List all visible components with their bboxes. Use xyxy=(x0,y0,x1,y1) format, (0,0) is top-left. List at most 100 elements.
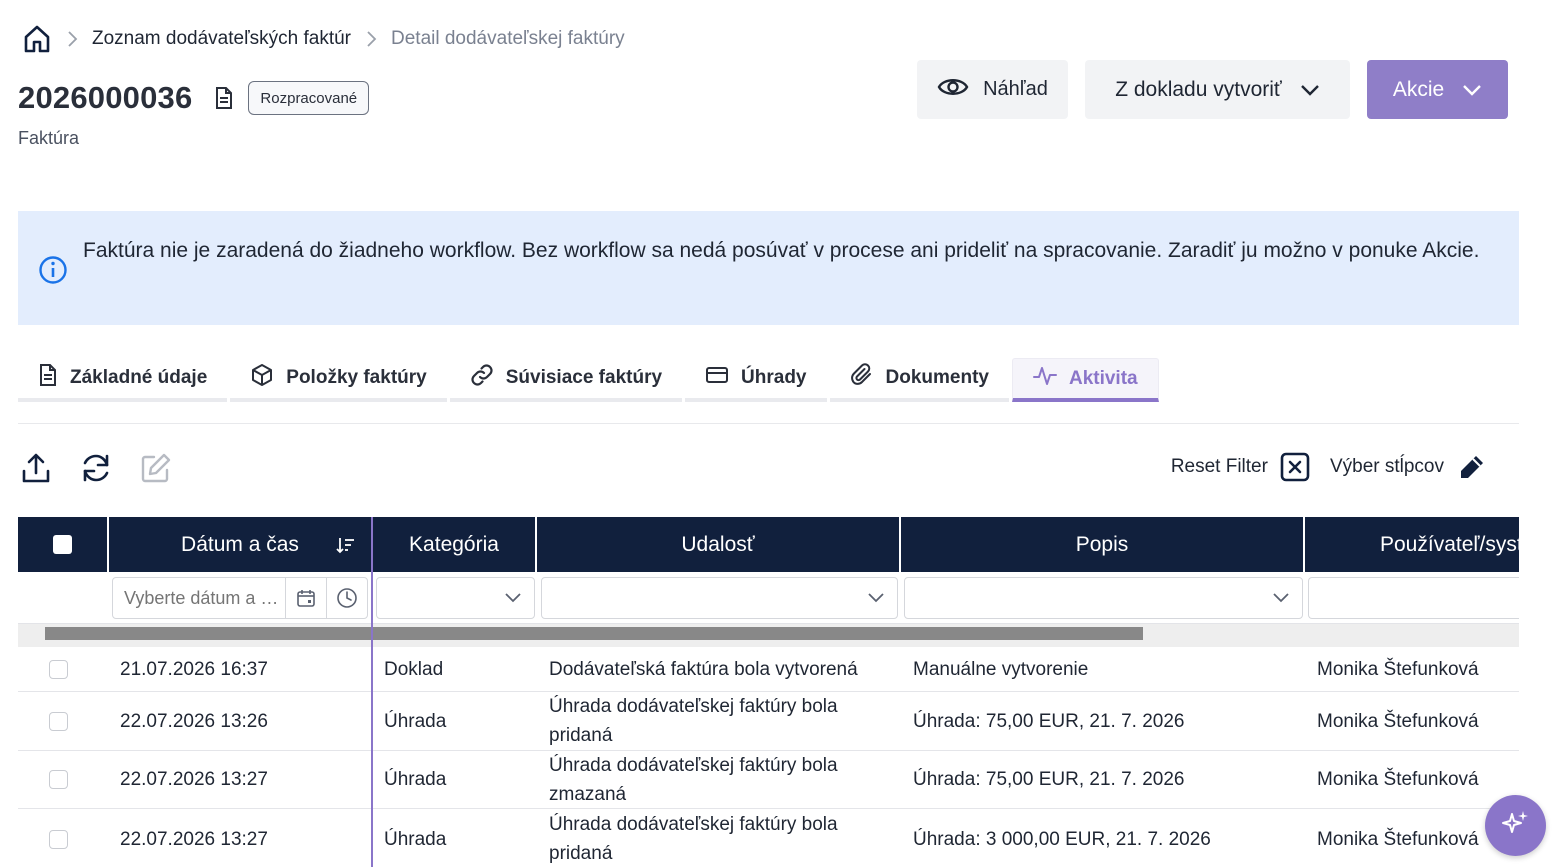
cell-event: Dodávateľská faktúra bola vytvorená xyxy=(549,658,858,680)
select-all-checkbox[interactable] xyxy=(53,535,72,554)
edit-icon xyxy=(140,452,172,489)
datetime-filter xyxy=(112,577,368,619)
clock-icon[interactable] xyxy=(326,578,367,618)
tab-related-invoices[interactable]: Súvisiace faktúry xyxy=(449,358,683,402)
column-header-user[interactable]: Používateľ/systém xyxy=(1305,517,1519,572)
link-icon xyxy=(470,363,494,393)
column-header-label: Dátum a čas xyxy=(181,532,299,556)
cell-user: Monika Štefunková xyxy=(1317,710,1479,732)
cell-datetime: 21.07.2026 16:37 xyxy=(120,658,268,680)
eye-icon xyxy=(937,75,969,105)
tab-label: Úhrady xyxy=(741,367,807,388)
cell-datetime: 22.07.2026 13:27 xyxy=(120,828,268,850)
row-checkbox-cell xyxy=(49,692,68,750)
event-filter-select[interactable] xyxy=(541,577,898,619)
ai-assistant-button[interactable] xyxy=(1485,795,1546,856)
column-header-datetime[interactable]: Dátum a čas xyxy=(109,517,373,572)
create-from-label: Z dokladu vytvoriť xyxy=(1115,77,1282,101)
paperclip-icon xyxy=(850,363,874,393)
cell-event: Úhrada dodávateľskej faktúry bola pridan… xyxy=(549,814,838,864)
cell-event: Úhrada dodávateľskej faktúry bola pridan… xyxy=(549,696,838,746)
home-icon[interactable] xyxy=(22,23,52,55)
export-button[interactable] xyxy=(20,452,51,488)
breadcrumb-invoice-list[interactable]: Zoznam dodávateľských faktúr xyxy=(92,28,351,50)
actions-label: Akcie xyxy=(1392,77,1445,101)
workflow-info-banner: Faktúra nie je zaradená do žiadneho work… xyxy=(18,211,1519,325)
header-select-all-cell xyxy=(18,517,109,572)
column-header-category[interactable]: Kategória xyxy=(373,517,537,572)
reset-filter-button[interactable]: Reset Filter xyxy=(1171,456,1268,478)
refresh-button[interactable] xyxy=(80,452,111,488)
scrollbar-thumb[interactable] xyxy=(45,627,1143,640)
cell-category: Doklad xyxy=(384,658,444,680)
create-from-document-button[interactable]: Z dokladu vytvoriť xyxy=(1085,60,1350,119)
refresh-icon xyxy=(80,452,112,489)
cell-category: Úhrada xyxy=(384,769,447,790)
row-checkbox-cell xyxy=(49,809,68,867)
calendar-icon[interactable] xyxy=(285,578,326,618)
row-checkbox[interactable] xyxy=(49,711,68,731)
tab-bar: Základné údaje Položky faktúry Súvisiace… xyxy=(18,358,1162,402)
actions-button[interactable]: Akcie xyxy=(1367,60,1508,119)
document-header: 2026000036 Rozpracované xyxy=(18,80,370,116)
grid-toolbar xyxy=(20,452,171,488)
breadcrumb: Zoznam dodávateľských faktúr Detail dodá… xyxy=(22,22,625,56)
preview-button[interactable]: Náhľad xyxy=(917,60,1068,119)
table-row[interactable]: 22.07.2026 13:27 Úhrada Úhrada dodávateľ… xyxy=(18,809,1519,867)
chevron-down-icon xyxy=(1272,593,1290,603)
row-checkbox[interactable] xyxy=(49,829,68,849)
datetime-filter-input[interactable] xyxy=(124,587,282,609)
table-row[interactable]: 22.07.2026 13:26 Úhrada Úhrada dodávateľ… xyxy=(18,692,1519,751)
edit-button[interactable] xyxy=(140,452,171,488)
header-actions: Náhľad Z dokladu vytvoriť Akcie xyxy=(917,60,1508,119)
box-icon xyxy=(250,363,274,393)
cell-description: Manuálne vytvorenie xyxy=(913,658,1089,680)
breadcrumb-invoice-detail: Detail dodávateľskej faktúry xyxy=(391,28,625,49)
status-badge: Rozpracované xyxy=(248,81,370,115)
chevron-right-icon xyxy=(351,30,391,48)
pencil-icon[interactable] xyxy=(1458,453,1486,481)
category-filter-select[interactable] xyxy=(376,577,535,619)
tab-basic-data[interactable]: Základné údaje xyxy=(18,358,228,402)
tab-invoice-items[interactable]: Položky faktúry xyxy=(230,358,447,402)
tab-label: Súvisiace faktúry xyxy=(505,367,663,388)
document-icon xyxy=(214,86,236,110)
frozen-column-divider xyxy=(371,517,373,867)
document-type: Faktúra xyxy=(18,128,80,148)
sort-desc-icon[interactable] xyxy=(335,536,355,554)
info-icon xyxy=(38,255,68,285)
cell-category: Úhrada xyxy=(384,710,447,732)
row-checkbox-cell xyxy=(49,751,68,808)
user-filter-input[interactable] xyxy=(1308,577,1519,619)
chevron-right-icon xyxy=(52,30,92,48)
page-title: 2026000036 xyxy=(18,80,193,115)
info-message: Faktúra nie je zaradená do žiadneho work… xyxy=(83,239,1480,262)
file-text-icon xyxy=(38,363,58,393)
cell-description: Úhrada: 75,00 EUR, 21. 7. 2026 xyxy=(913,769,1185,790)
chevron-down-icon xyxy=(1300,78,1320,102)
tab-label: Základné údaje xyxy=(70,367,208,388)
cell-datetime: 22.07.2026 13:26 xyxy=(120,710,268,732)
credit-card-icon xyxy=(705,365,729,391)
description-filter-select[interactable] xyxy=(904,577,1303,619)
row-checkbox[interactable] xyxy=(49,770,68,789)
chevron-down-icon xyxy=(504,593,522,603)
column-header-event[interactable]: Udalosť xyxy=(537,517,901,572)
table-row[interactable]: 21.07.2026 16:37 Doklad Dodávateľská fak… xyxy=(18,647,1519,692)
activity-icon xyxy=(1032,365,1057,393)
close-square-icon[interactable] xyxy=(1280,452,1310,482)
tab-label: Dokumenty xyxy=(885,367,989,388)
column-select-button[interactable]: Výber stĺpcov xyxy=(1330,456,1444,478)
tab-label: Aktivita xyxy=(1068,367,1138,389)
grid-toolbar-right: Reset Filter Výber stĺpcov xyxy=(1171,452,1486,482)
table-row[interactable]: 22.07.2026 13:27 Úhrada Úhrada dodávateľ… xyxy=(18,751,1519,809)
cell-event: Úhrada dodávateľskej faktúry bola zmazan… xyxy=(549,754,838,805)
tab-activity[interactable]: Aktivita xyxy=(1011,358,1159,402)
filter-row xyxy=(18,572,1519,624)
tab-payments[interactable]: Úhrady xyxy=(685,358,827,402)
tab-documents[interactable]: Dokumenty xyxy=(829,358,1009,402)
cell-user: Monika Štefunková xyxy=(1317,828,1479,850)
cell-category: Úhrada xyxy=(384,828,447,850)
row-checkbox[interactable] xyxy=(49,659,68,679)
column-header-description[interactable]: Popis xyxy=(901,517,1305,572)
